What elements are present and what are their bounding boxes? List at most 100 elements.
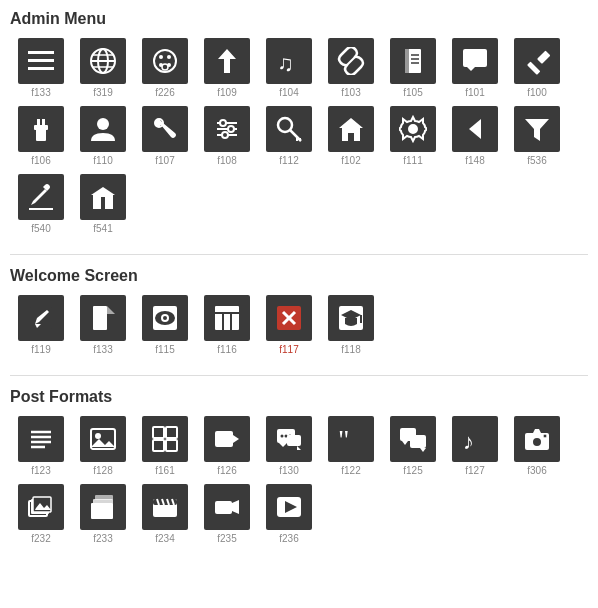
book-icon[interactable] (390, 38, 436, 84)
icon-code: f108 (217, 155, 236, 166)
welcome-screen-grid: f119 f133 f115 f116 f117 (10, 295, 588, 363)
list-item: f115 (134, 295, 196, 355)
list-item: f112 (258, 106, 320, 166)
svg-point-77 (95, 433, 101, 439)
svg-marker-94 (402, 441, 408, 445)
quote-format-icon[interactable]: " (328, 416, 374, 462)
list-item: f118 (320, 295, 382, 355)
list-item: f233 (72, 484, 134, 544)
svg-marker-86 (279, 443, 287, 447)
list-item: f107 (134, 106, 196, 166)
svg-marker-45 (469, 119, 481, 139)
svg-rect-80 (166, 427, 177, 438)
divider-2 (10, 375, 588, 376)
svg-point-61 (163, 316, 167, 320)
home-icon[interactable] (328, 106, 374, 152)
key-icon[interactable] (266, 106, 312, 152)
filter-icon[interactable] (514, 106, 560, 152)
svg-point-35 (220, 120, 226, 126)
svg-marker-42 (339, 118, 363, 141)
link-icon[interactable] (328, 38, 374, 84)
edit-pencil-icon[interactable] (18, 295, 64, 341)
graduation-icon[interactable] (328, 295, 374, 341)
svg-rect-114 (215, 501, 232, 514)
menu-icon[interactable] (18, 38, 64, 84)
chat-format-icon[interactable] (266, 416, 312, 462)
list-item: f111 (382, 106, 444, 166)
icon-code: f536 (527, 155, 546, 166)
icon-code: f123 (31, 465, 50, 476)
icon-code: f233 (93, 533, 112, 544)
icon-code: f119 (31, 344, 50, 355)
image-format-icon[interactable] (80, 416, 126, 462)
back-icon[interactable] (452, 106, 498, 152)
list-item: f161 (134, 416, 196, 476)
svg-text:♪: ♪ (463, 429, 474, 453)
stacked-images-icon[interactable] (80, 484, 126, 530)
camera-format-icon[interactable] (514, 416, 560, 462)
icon-code: f234 (155, 533, 174, 544)
multi-image-icon[interactable] (18, 484, 64, 530)
icon-code: f103 (341, 87, 360, 98)
video-format-icon[interactable] (204, 416, 250, 462)
eye-icon[interactable] (142, 295, 188, 341)
wrench-icon[interactable] (142, 106, 188, 152)
svg-rect-90 (287, 435, 301, 446)
audio-format-icon[interactable]: ♪ (452, 416, 498, 462)
svg-rect-79 (153, 427, 164, 438)
color-palette-icon[interactable] (142, 38, 188, 84)
plugin-icon[interactable] (18, 106, 64, 152)
list-item: f100 (506, 38, 568, 98)
neighborhood-icon[interactable] (80, 174, 126, 220)
svg-point-38 (278, 118, 292, 132)
svg-rect-2 (28, 67, 54, 70)
globe-icon[interactable] (80, 38, 126, 84)
list-item: f128 (72, 416, 134, 476)
music-icon[interactable]: ♫ (266, 38, 312, 84)
svg-rect-107 (95, 495, 113, 500)
svg-rect-54 (93, 306, 107, 330)
icon-code: f102 (341, 155, 360, 166)
add-file-icon[interactable] (80, 295, 126, 341)
list-item: f306 (506, 416, 568, 476)
icon-code: f232 (31, 533, 50, 544)
admin-menu-section: Admin Menu f133 f319 f226 f109 (10, 10, 588, 242)
icon-code: f226 (155, 87, 174, 98)
icon-code: f127 (465, 465, 484, 476)
svg-rect-29 (42, 119, 45, 126)
icon-code: f118 (341, 344, 360, 355)
play-button-icon[interactable] (266, 484, 312, 530)
svg-rect-25 (527, 61, 540, 74)
list-item: f232 (10, 484, 72, 544)
svg-rect-82 (166, 440, 177, 451)
svg-point-37 (222, 132, 228, 138)
icon-code: f130 (279, 465, 298, 476)
icon-code: f106 (31, 155, 50, 166)
close-icon[interactable] (266, 295, 312, 341)
video-clapboard-icon[interactable] (142, 484, 188, 530)
svg-marker-55 (107, 306, 115, 314)
list-item: f123 (10, 416, 72, 476)
svg-point-99 (532, 437, 542, 447)
list-item: f133 (72, 295, 134, 355)
icon-code: f306 (527, 465, 546, 476)
comment-format-icon[interactable] (390, 416, 436, 462)
edit-icon[interactable] (18, 174, 64, 220)
gear-icon[interactable] (390, 106, 436, 152)
svg-point-36 (228, 126, 234, 132)
gallery-format-icon[interactable] (142, 416, 188, 462)
comment-icon[interactable] (452, 38, 498, 84)
list-item: f101 (444, 38, 506, 98)
hammer-icon[interactable] (514, 38, 560, 84)
icon-code: f133 (93, 344, 112, 355)
svg-point-100 (543, 434, 547, 438)
pin-icon[interactable] (204, 38, 250, 84)
icon-code: f125 (403, 465, 422, 476)
icon-code: f161 (155, 465, 174, 476)
list-format-icon[interactable] (18, 416, 64, 462)
table-icon[interactable] (204, 295, 250, 341)
camcorder-icon[interactable] (204, 484, 250, 530)
sliders-icon[interactable] (204, 106, 250, 152)
list-item: f105 (382, 38, 444, 98)
user-icon[interactable] (80, 106, 126, 152)
